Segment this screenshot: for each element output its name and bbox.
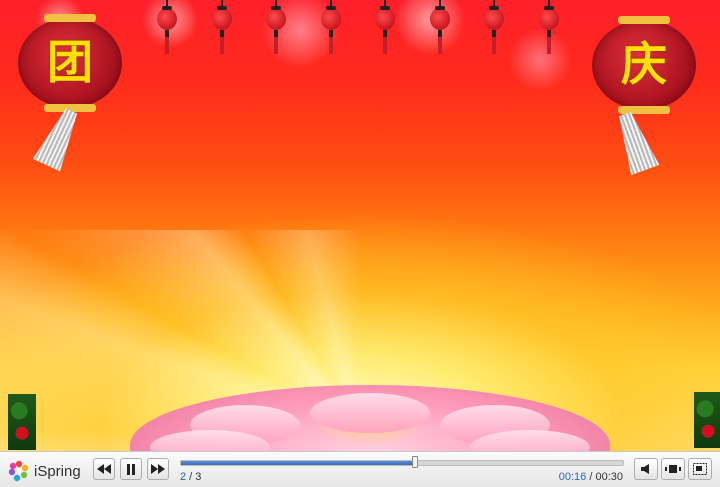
seek-progress — [181, 461, 416, 465]
ispring-wordmark: iSpring — [34, 462, 81, 480]
outline-icon — [665, 465, 681, 473]
pause-icon — [127, 463, 135, 475]
lantern-left: 团 — [18, 14, 122, 112]
fullscreen-icon — [693, 463, 707, 475]
total-time: 00:30 — [595, 471, 623, 483]
flower-decoration-left — [8, 394, 36, 450]
small-lantern — [320, 0, 341, 54]
forward-icon — [151, 464, 165, 474]
outline-button[interactable] — [661, 458, 685, 480]
slide-separator: / — [186, 471, 196, 483]
small-lantern — [266, 0, 286, 54]
lantern-right: 庆 — [592, 16, 696, 114]
elapsed-time: 00:16 — [558, 471, 587, 483]
total-slides: 3 — [195, 471, 202, 483]
pause-button[interactable] — [120, 458, 142, 480]
lantern-right-char: 庆 — [621, 37, 667, 91]
forward-button[interactable] — [147, 458, 169, 480]
slide-stage: 团 庆 — [0, 0, 720, 451]
small-lantern — [538, 0, 559, 54]
ispring-flower-icon — [8, 460, 30, 482]
speaker-icon — [641, 464, 649, 474]
small-lantern — [375, 0, 395, 54]
small-lantern — [157, 0, 177, 54]
rewind-icon — [97, 464, 111, 474]
small-lantern — [484, 0, 504, 54]
volume-button[interactable] — [634, 458, 658, 480]
seek-thumb[interactable] — [412, 456, 419, 468]
small-lantern — [429, 0, 450, 54]
flower-decoration-right — [694, 392, 720, 448]
seek-bar[interactable] — [180, 456, 624, 468]
ispring-logo[interactable]: iSpring — [8, 460, 81, 482]
time-display: 00:16 / 00:30 — [559, 471, 623, 483]
slide-counter: 2 / 3 — [180, 471, 201, 483]
fullscreen-button[interactable] — [688, 458, 712, 480]
player-control-bar: iSpring 2 / 3 00:16 / 00:30 — [0, 451, 720, 487]
rewind-button[interactable] — [93, 458, 115, 480]
lantern-left-char: 团 — [47, 35, 93, 89]
small-lantern — [211, 0, 232, 54]
